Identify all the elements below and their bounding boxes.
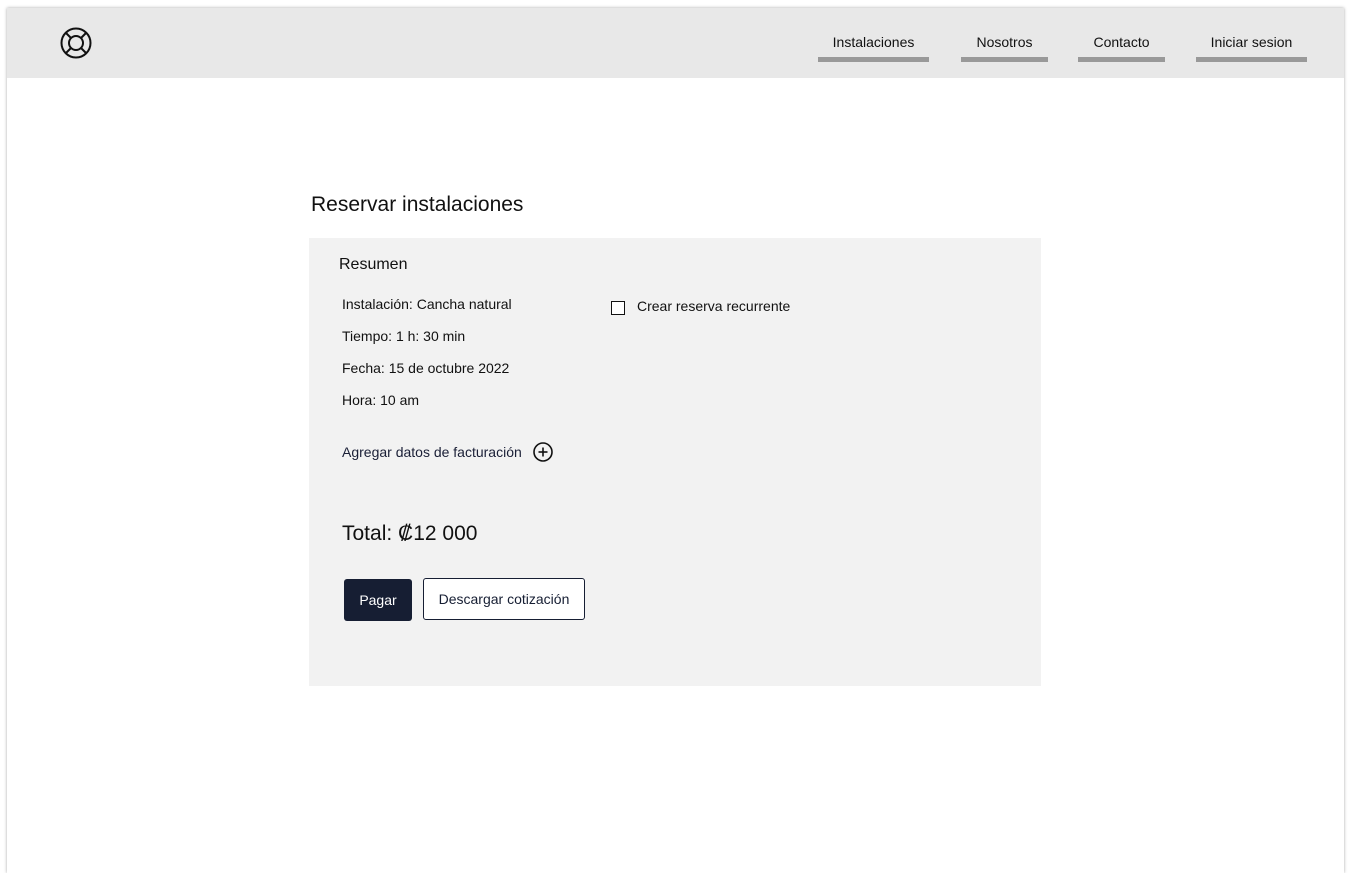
- recurring-checkbox[interactable]: [611, 300, 625, 315]
- nav-item-instalaciones[interactable]: Instalaciones: [818, 34, 929, 64]
- summary-title: Resumen: [339, 256, 408, 273]
- nav-underline: [961, 57, 1048, 62]
- recurring-label: Crear reserva recurrente: [637, 298, 791, 314]
- lifebuoy-icon[interactable]: [60, 27, 92, 59]
- duration-detail: Tiempo: 1 h: 30 min: [342, 328, 466, 344]
- nav-underline: [1078, 57, 1165, 62]
- facility-detail: Instalación: Cancha natural: [342, 296, 512, 312]
- billing-label: Agregar datos de facturación: [342, 444, 522, 460]
- total-amount: Total: ₡12 000: [342, 522, 478, 545]
- add-billing-data-link[interactable]: Agregar datos de facturación: [342, 441, 554, 463]
- nav-item-nosotros[interactable]: Nosotros: [961, 34, 1048, 64]
- navbar: Instalaciones Nosotros Contacto Iniciar …: [7, 8, 1344, 78]
- nav-underline: [1196, 57, 1307, 62]
- nav-item-iniciar-sesion[interactable]: Iniciar sesion: [1196, 34, 1307, 64]
- page-title: Reservar instalaciones: [311, 193, 524, 216]
- plus-circle-icon[interactable]: [532, 441, 554, 463]
- date-detail: Fecha: 15 de octubre 2022: [342, 360, 510, 376]
- nav-item-label: Instalaciones: [832, 34, 915, 50]
- nav-item-label: Nosotros: [976, 34, 1033, 50]
- nav-item-contacto[interactable]: Contacto: [1078, 34, 1165, 64]
- app-window: Instalaciones Nosotros Contacto Iniciar …: [7, 8, 1344, 873]
- nav-item-label: Iniciar sesion: [1210, 34, 1293, 50]
- pay-button[interactable]: Pagar: [344, 579, 412, 621]
- download-quote-button[interactable]: Descargar cotización: [423, 578, 585, 620]
- time-detail: Hora: 10 am: [342, 392, 420, 408]
- recurring-reservation-option[interactable]: Crear reserva recurrente: [611, 296, 790, 316]
- nav-item-label: Contacto: [1093, 34, 1150, 50]
- summary-card: Resumen Instalación: Cancha natural Tiem…: [309, 238, 1041, 686]
- nav-underline: [818, 57, 929, 62]
